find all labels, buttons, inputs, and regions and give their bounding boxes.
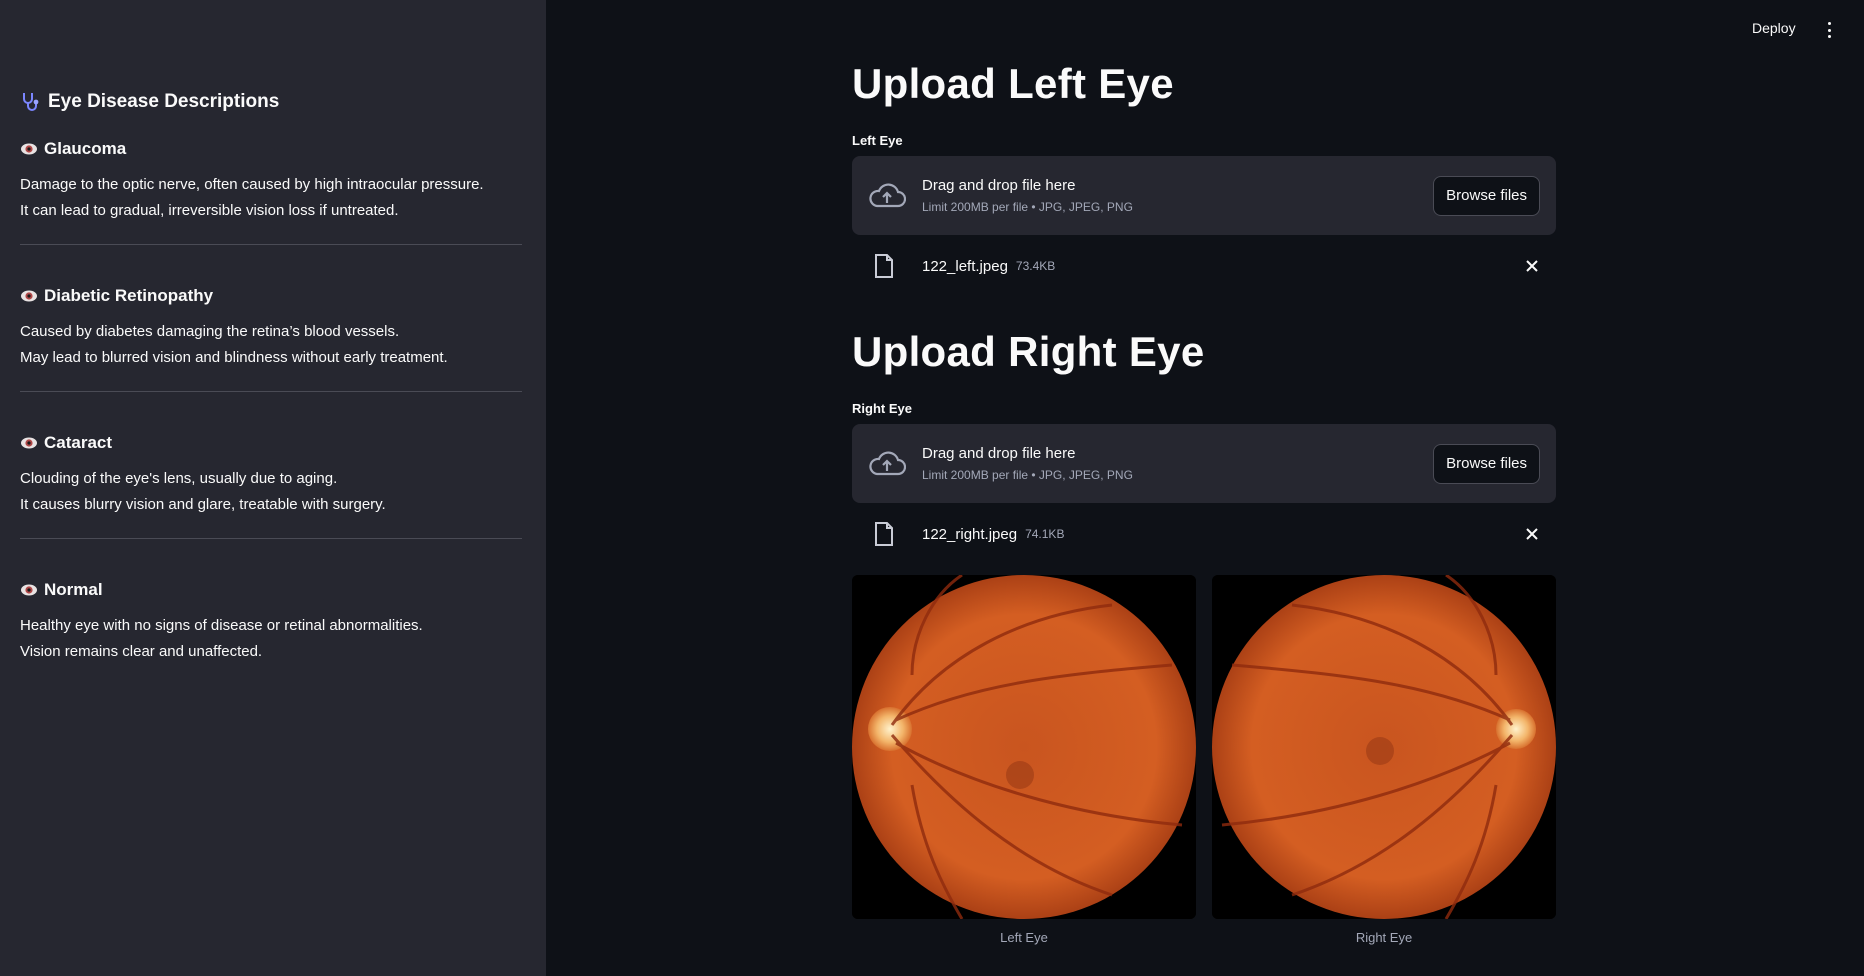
left-uploaded-file: 122_left.jpeg 73.4KB [852, 246, 1556, 286]
right-eye-heading: Upload Right Eye [852, 328, 1205, 375]
file-name: 122_right.jpeg [922, 525, 1018, 543]
right-eye-caption: Right Eye [1355, 930, 1413, 945]
file-icon [875, 522, 893, 546]
divider [20, 538, 522, 539]
left-eye-heading: Upload Left Eye [852, 60, 1174, 107]
disease-glaucoma: Glaucoma Damage to the optic nerve, ofte… [20, 136, 522, 224]
eye-icon [21, 584, 37, 596]
eye-icon [21, 290, 37, 302]
disease-cataract: Cataract Clouding of the eye's lens, usu… [20, 430, 522, 518]
disease-description-line: May lead to blurred vision and blindness… [20, 349, 448, 366]
file-name: 122_left.jpeg [922, 257, 1008, 275]
file-size: 73.4KB [1015, 259, 1056, 273]
more-menu-icon[interactable] [1824, 20, 1834, 40]
left-eye-label: Left Eye [852, 133, 903, 148]
file-size: 74.1KB [1025, 527, 1065, 541]
divider [20, 391, 522, 392]
right-eye-dropzone[interactable]: Drag and drop file here Limit 200MB per … [852, 424, 1556, 503]
left-eye-dropzone[interactable]: Drag and drop file here Limit 200MB per … [852, 156, 1556, 235]
disease-description-line: Healthy eye with no signs of disease or … [20, 617, 423, 634]
disease-description-line: Clouding of the eye's lens, usually due … [20, 470, 338, 487]
sidebar-title-text: Eye Disease Descriptions [48, 91, 280, 112]
right-uploaded-file: 122_right.jpeg 74.1KB [852, 514, 1556, 554]
file-icon [875, 254, 893, 278]
left-eye-caption: Left Eye [1000, 930, 1048, 945]
sidebar-title: Eye Disease Descriptions [20, 88, 522, 116]
left-eye-fundus-image [852, 575, 1196, 919]
eye-icon [21, 437, 37, 449]
dropzone-limit: Limit 200MB per file • JPG, JPEG, PNG [922, 468, 1133, 482]
disease-description-line: It causes blurry vision and glare, treat… [20, 496, 386, 513]
close-icon[interactable] [1524, 258, 1540, 274]
stethoscope-icon [23, 93, 39, 111]
close-icon[interactable] [1524, 526, 1540, 542]
disease-description-line: It can lead to gradual, irreversible vis… [20, 202, 399, 219]
right-eye-fundus-image [1212, 575, 1556, 919]
disease-name: Cataract [44, 433, 113, 452]
disease-description-line: Vision remains clear and unaffected. [20, 643, 263, 660]
disease-name: Glaucoma [44, 139, 127, 158]
dropzone-title: Drag and drop file here [922, 177, 1076, 194]
left-browse-files-button[interactable]: Browse files [1433, 175, 1540, 216]
eye-icon [21, 143, 37, 155]
sidebar: Eye Disease Descriptions Glaucoma Damage… [0, 0, 546, 976]
disease-normal: Normal Healthy eye with no signs of dise… [20, 577, 522, 665]
disease-name: Diabetic Retinopathy [44, 286, 214, 305]
dropzone-title: Drag and drop file here [922, 445, 1076, 462]
deploy-button[interactable]: Deploy [1752, 20, 1796, 36]
cloud-upload-icon [869, 450, 906, 475]
disease-description-line: Damage to the optic nerve, often caused … [20, 176, 484, 193]
disease-description-line: Caused by diabetes damaging the retina’s… [20, 323, 400, 340]
cloud-upload-icon [869, 182, 906, 207]
disease-diabetic-retinopathy: Diabetic Retinopathy Caused by diabetes … [20, 283, 522, 371]
right-eye-label: Right Eye [852, 401, 912, 416]
right-browse-files-button[interactable]: Browse files [1433, 443, 1540, 484]
divider [20, 244, 522, 245]
disease-name: Normal [44, 580, 103, 599]
dropzone-limit: Limit 200MB per file • JPG, JPEG, PNG [922, 200, 1133, 214]
